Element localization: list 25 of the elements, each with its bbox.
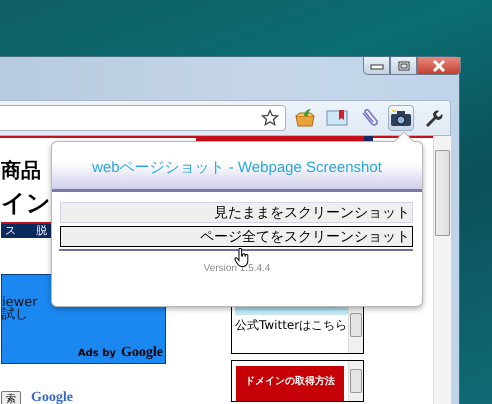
- search-button[interactable]: 索: [1, 390, 21, 404]
- ads-by-google-label: Ads by Google: [78, 344, 164, 362]
- screenshot-button[interactable]: 見たままをスクリーンショット: [60, 202, 413, 223]
- popup-title: webページショット - Webpage Screenshot: [92, 158, 382, 176]
- nav-link[interactable]: 脱: [36, 224, 47, 238]
- close-button[interactable]: [417, 57, 461, 75]
- widget-scrollbar[interactable]: [348, 361, 363, 401]
- box-icon: [294, 108, 316, 128]
- twitter-link[interactable]: 公式Twitterはこちら: [235, 318, 348, 333]
- maximize-button[interactable]: [390, 57, 417, 75]
- book-icon: [326, 109, 348, 127]
- screenshot-button[interactable]: ページ全てをスクリーンショット: [60, 226, 413, 247]
- minimize-button[interactable]: [363, 57, 390, 75]
- page-scrollbar[interactable]: [433, 136, 451, 404]
- google-logo: Google: [31, 390, 73, 404]
- extension-button[interactable]: [388, 105, 414, 131]
- headline-text: 商品: [1, 158, 41, 182]
- close-icon: [432, 60, 446, 72]
- nav-link[interactable]: ス: [5, 224, 16, 238]
- domain-banner[interactable]: ドメインの取得方法: [236, 366, 344, 401]
- ad-text: iewer 試し: [2, 297, 39, 321]
- minimize-icon: [370, 62, 384, 70]
- star-icon: [261, 109, 279, 127]
- maximize-icon: [398, 60, 410, 70]
- camera-icon: [390, 109, 412, 127]
